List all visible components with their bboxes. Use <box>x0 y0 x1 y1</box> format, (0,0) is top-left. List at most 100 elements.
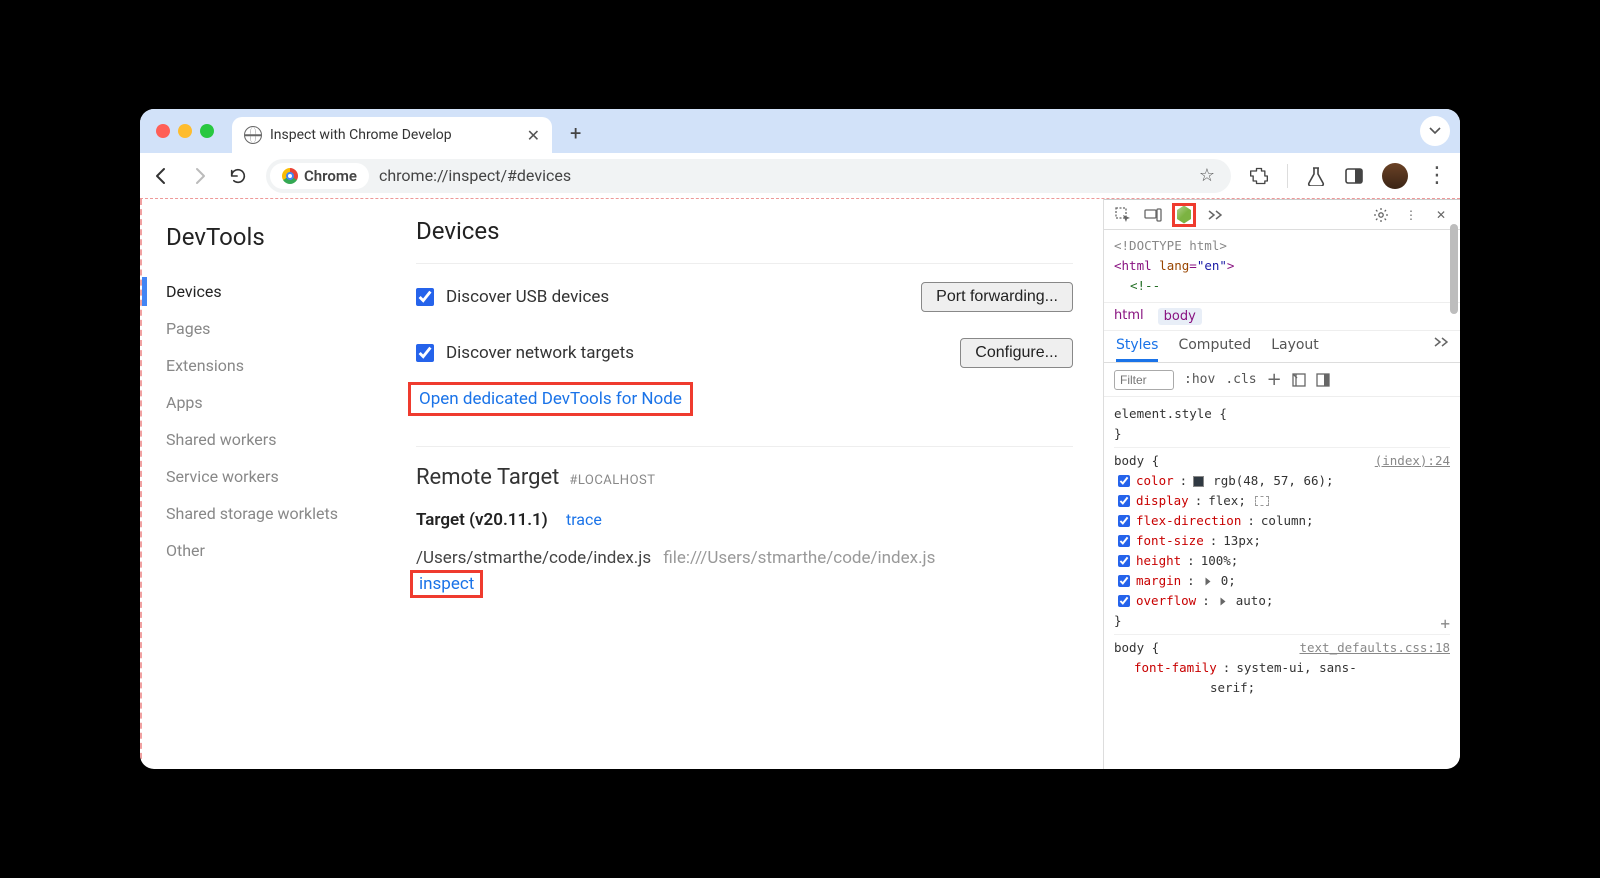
section-heading-devices: Devices <box>416 217 1073 245</box>
decl-toggle-checkbox[interactable] <box>1118 475 1130 487</box>
remote-target-label: Remote Target <box>416 465 559 490</box>
css-declaration[interactable]: margin: 0; <box>1114 571 1450 591</box>
configure-button[interactable]: Configure... <box>960 338 1073 368</box>
reload-button[interactable] <box>228 166 248 186</box>
decl-toggle-checkbox[interactable] <box>1118 575 1130 587</box>
css-declaration[interactable]: color: rgb(48, 57, 66); <box>1114 471 1450 491</box>
new-tab-button[interactable]: + <box>560 121 591 145</box>
rule-source-link[interactable]: text_defaults.css:18 <box>1299 638 1450 658</box>
devtools-menu-icon[interactable]: ⋮ <box>1402 206 1420 224</box>
sidebar-item-other[interactable]: Other <box>166 532 402 569</box>
inspect-page: DevTools DevicesPagesExtensionsAppsShare… <box>140 199 1104 769</box>
discover-network-checkbox[interactable] <box>416 344 434 362</box>
styles-pane[interactable]: element.style { } body { (index):24 colo… <box>1104 397 1460 769</box>
discover-usb-checkbox[interactable] <box>416 288 434 306</box>
rule-body-textdefaults[interactable]: body { text_defaults.css:18 font-family:… <box>1114 635 1450 701</box>
decl-toggle-checkbox[interactable] <box>1118 555 1130 567</box>
chrome-icon <box>282 168 298 184</box>
sidebar-item-apps[interactable]: Apps <box>166 384 402 421</box>
discover-network-label: Discover network targets <box>446 343 634 363</box>
css-declaration[interactable]: flex-direction: column; <box>1114 511 1450 531</box>
browser-tab[interactable]: Inspect with Chrome Develop ✕ <box>232 117 552 153</box>
address-bar[interactable]: Chrome chrome://inspect/#devices ☆ <box>266 159 1231 193</box>
remote-target-tag: #LOCALHOST <box>569 473 655 488</box>
extensions-button[interactable] <box>1249 166 1269 186</box>
device-toggle-icon[interactable] <box>1144 206 1162 224</box>
content-area: DevTools DevicesPagesExtensionsAppsShare… <box>140 199 1460 769</box>
browser-window: Inspect with Chrome Develop ✕ + Chrome c… <box>140 109 1460 769</box>
side-panel-button[interactable] <box>1344 166 1364 186</box>
inspect-sidebar: DevTools DevicesPagesExtensionsAppsShare… <box>142 199 402 769</box>
url-text: chrome://inspect/#devices <box>379 166 571 185</box>
tab-close-icon[interactable]: ✕ <box>527 126 540 145</box>
add-declaration-icon[interactable]: + <box>1440 611 1450 637</box>
open-node-devtools-link[interactable]: Open dedicated DevTools for Node <box>419 389 682 409</box>
settings-icon[interactable] <box>1372 206 1390 224</box>
flex-editor-icon[interactable] <box>1255 496 1269 506</box>
rule-element-style[interactable]: element.style { } <box>1114 401 1450 448</box>
css-declaration[interactable]: display: flex; <box>1114 491 1450 511</box>
target-trace-link[interactable]: trace <box>566 510 602 529</box>
css-declaration[interactable]: overflow: auto; <box>1114 591 1450 611</box>
labs-button[interactable] <box>1306 166 1326 186</box>
styles-filter-bar: :hov .cls + <box>1104 363 1460 397</box>
window-maximize-icon[interactable] <box>200 124 214 138</box>
sidebar-item-shared-storage-worklets[interactable]: Shared storage worklets <box>166 495 402 532</box>
cls-toggle[interactable]: .cls <box>1225 372 1256 387</box>
decl-toggle-checkbox[interactable] <box>1118 535 1130 547</box>
decl-toggle-checkbox[interactable] <box>1118 595 1130 607</box>
forward-button[interactable] <box>190 166 210 186</box>
crumb-html[interactable]: html <box>1114 308 1144 325</box>
target-path-row: /Users/stmarthe/code/index.js file:///Us… <box>416 548 1073 598</box>
decl-toggle-checkbox[interactable] <box>1118 495 1130 507</box>
toggle-sidebar-icon[interactable] <box>1316 373 1330 387</box>
tab-computed[interactable]: Computed <box>1178 337 1251 362</box>
styles-filter-input[interactable] <box>1114 370 1174 390</box>
css-declaration[interactable]: height: 100%; <box>1114 551 1450 571</box>
crumb-body[interactable]: body <box>1158 308 1202 325</box>
comment-node: <!-- <box>1130 278 1160 293</box>
new-style-rule-icon[interactable]: + <box>1267 369 1282 390</box>
color-swatch-icon[interactable] <box>1193 476 1204 487</box>
window-close-icon[interactable] <box>156 124 170 138</box>
dom-breadcrumbs: html body <box>1104 302 1460 331</box>
profile-avatar[interactable] <box>1382 163 1408 189</box>
nodejs-icon[interactable] <box>1177 206 1191 224</box>
rule-source-link[interactable]: (index):24 <box>1375 451 1450 471</box>
sidebar-item-pages[interactable]: Pages <box>166 310 402 347</box>
browser-toolbar: Chrome chrome://inspect/#devices ☆ ⋮ <box>140 153 1460 199</box>
site-chip[interactable]: Chrome <box>270 163 369 189</box>
tabs-overflow-icon[interactable] <box>1434 337 1448 362</box>
elements-tree[interactable]: <!DOCTYPE html> <html lang="en"> <!-- <box>1104 230 1460 302</box>
expand-shorthand-icon[interactable] <box>1220 597 1225 605</box>
target-name: Target (v20.11.1) <box>416 510 548 530</box>
site-chip-label: Chrome <box>304 167 357 185</box>
remote-target-heading: Remote Target #LOCALHOST <box>416 465 1073 490</box>
css-declaration[interactable]: font-family: system-ui, sans- <box>1114 658 1450 678</box>
inspect-link[interactable]: inspect <box>419 574 474 594</box>
back-button[interactable] <box>152 166 172 186</box>
devtools-close-icon[interactable]: ✕ <box>1432 206 1450 224</box>
sidebar-item-service-workers[interactable]: Service workers <box>166 458 402 495</box>
sidebar-item-shared-workers[interactable]: Shared workers <box>166 421 402 458</box>
decl-toggle-checkbox[interactable] <box>1118 515 1130 527</box>
bookmark-icon[interactable]: ☆ <box>1199 165 1215 186</box>
globe-icon <box>244 126 262 144</box>
computed-sidebar-icon[interactable] <box>1292 373 1306 387</box>
expand-shorthand-icon[interactable] <box>1205 577 1210 585</box>
browser-menu-button[interactable]: ⋮ <box>1426 165 1448 187</box>
tab-search-button[interactable] <box>1420 116 1450 146</box>
port-forwarding-button[interactable]: Port forwarding... <box>921 282 1073 312</box>
discover-usb-label: Discover USB devices <box>446 287 609 307</box>
tab-title: Inspect with Chrome Develop <box>270 127 452 143</box>
tab-styles[interactable]: Styles <box>1116 337 1158 362</box>
sidebar-item-extensions[interactable]: Extensions <box>166 347 402 384</box>
tab-layout[interactable]: Layout <box>1271 337 1319 362</box>
more-tabs-icon[interactable] <box>1206 206 1224 224</box>
hov-toggle[interactable]: :hov <box>1184 372 1215 387</box>
window-minimize-icon[interactable] <box>178 124 192 138</box>
css-declaration[interactable]: font-size: 13px; <box>1114 531 1450 551</box>
sidebar-item-devices[interactable]: Devices <box>166 273 402 310</box>
inspect-element-icon[interactable] <box>1114 206 1132 224</box>
rule-body-index[interactable]: body { (index):24 color: rgb(48, 57, 66)… <box>1114 448 1450 635</box>
